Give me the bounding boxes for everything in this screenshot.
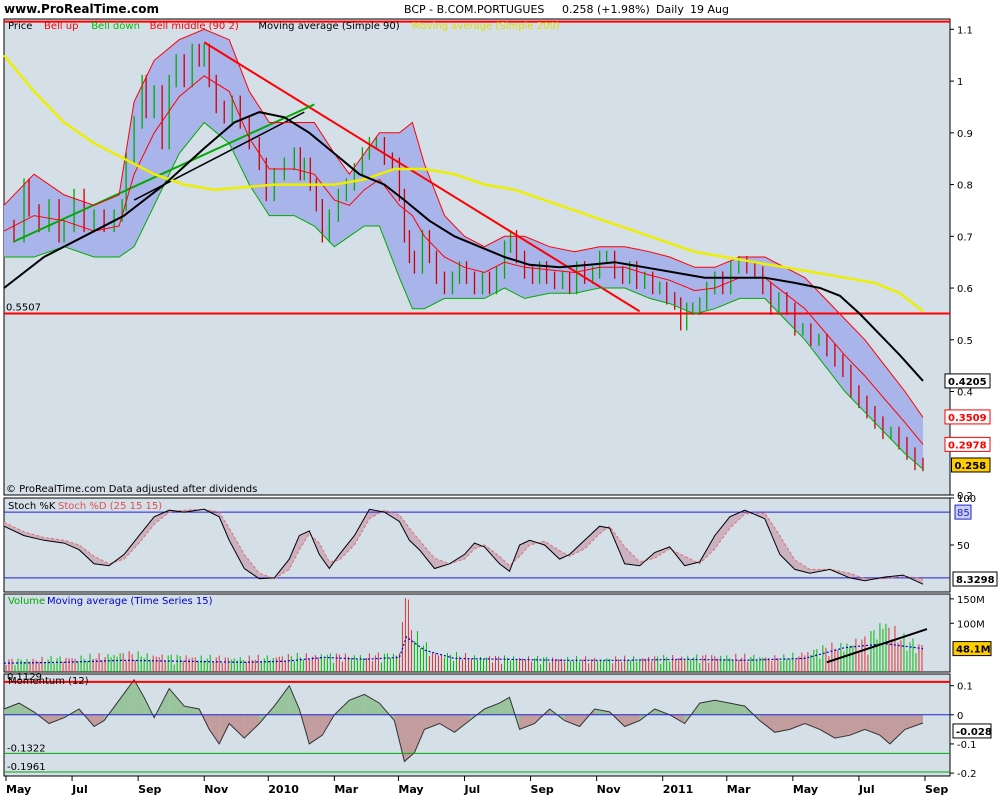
- stochastic-panel[interactable]: Stoch %K Stoch %D (25 15 15) 100 50 85 8.3298: [3, 494, 998, 593]
- x-tick-label: May: [398, 783, 423, 796]
- price-panel[interactable]: 0.5507 Price Bell up Bell down Bell middle (…: [3, 18, 991, 502]
- momentum-panel[interactable]: Momentum (12)0.1129-0.1322-0.19610.10-0.…: [3, 672, 992, 780]
- period-label: Daily: [656, 3, 684, 16]
- stoch-legend-k: Stoch %K: [8, 501, 56, 512]
- volume-value-label: 48.1M: [956, 645, 991, 656]
- price-legend-item: Moving average (Simple 90): [258, 21, 399, 32]
- momentum-value-label: -0.028: [956, 727, 992, 738]
- instrument-title: BCP - B.COM.PORTUGUES: [404, 3, 544, 16]
- momentum-level-label: 0.1129: [7, 672, 42, 683]
- price-legend-item: Moving average (Simple 200): [412, 21, 560, 32]
- site-name[interactable]: www.ProRealTime.com: [4, 2, 159, 16]
- x-tick-label: Mar: [334, 783, 358, 796]
- price-tick-label: 0.7: [957, 232, 973, 243]
- price-tick-label: 0.5: [957, 336, 973, 347]
- price-tick-label: 1: [957, 77, 963, 88]
- momentum-fill: [834, 714, 850, 739]
- price-legend-item: Price: [8, 21, 32, 32]
- footnote: © ProRealTime.com Data adjusted after di…: [6, 484, 257, 495]
- price-value-label: 0.258: [955, 461, 987, 472]
- x-tick-label: Sep: [531, 783, 554, 796]
- x-tick-label: 2011: [663, 783, 694, 796]
- stoch-value-label: 8.3298: [956, 575, 995, 586]
- price-value-label: 0.4205: [948, 377, 987, 388]
- stoch-upper-label: 85: [957, 508, 970, 519]
- momentum-level-label: -0.1961: [7, 762, 46, 773]
- momentum-tick-label: 0.1: [957, 682, 973, 693]
- price-tick-label: 0.6: [957, 284, 973, 295]
- x-tick-label: Sep: [138, 783, 161, 796]
- momentum-tick-label: 0: [957, 711, 963, 722]
- price-value-label: 0.2978: [948, 440, 987, 451]
- x-tick-label: 2010: [268, 783, 299, 796]
- x-tick-label: May: [793, 783, 818, 796]
- chart-canvas: www.ProRealTime.com BCP - B.COM.PORTUGUE…: [3, 2, 998, 796]
- volume-ma-legend: Moving average (Time Series 15): [47, 596, 213, 607]
- volume-panel[interactable]: Volume Moving average (Time Series 15) 150…: [3, 593, 992, 673]
- price-legend-item: Bell down: [91, 21, 140, 32]
- volume-tick-label: 150M: [957, 595, 985, 606]
- support-label: 0.5507: [6, 303, 41, 314]
- volume-tick-label: 100M: [957, 619, 985, 630]
- x-tick-label: Jul: [463, 783, 480, 796]
- x-axis: May Jul Sep Nov 2010 Mar May Jul Sep Nov 2011 Mar Ma…: [5, 776, 948, 796]
- stoch-tick-label: 100: [957, 494, 976, 505]
- x-tick-label: Nov: [597, 783, 622, 796]
- x-tick-label: Sep: [925, 783, 948, 796]
- x-tick-label: Nov: [204, 783, 229, 796]
- price-value-label: 0.3509: [948, 413, 987, 424]
- x-tick-label: Mar: [727, 783, 751, 796]
- price-legend-item: Bell up: [44, 21, 78, 32]
- momentum-tick-label: -0.2: [957, 769, 977, 780]
- stoch-legend-d: Stoch %D (25 15 15): [58, 501, 162, 512]
- volume-legend: Volume: [8, 596, 45, 607]
- price-legend-item: Bell middle (90 2): [150, 21, 239, 32]
- price-tick-label: 0.9: [957, 129, 973, 140]
- x-tick-label: Jul: [71, 783, 88, 796]
- price-tick-label: 1.1: [957, 25, 973, 36]
- price-tick-label: 0.8: [957, 181, 973, 192]
- date-label: 19 Aug: [690, 3, 729, 16]
- price-change: 0.258 (+1.98%): [562, 3, 650, 16]
- x-tick-label: Jul: [858, 783, 875, 796]
- x-tick-label: May: [6, 783, 31, 796]
- momentum-level-label: -0.1322: [7, 743, 46, 754]
- price-tick-label: 0.4: [957, 388, 973, 399]
- stoch-tick-label: 50: [957, 541, 970, 552]
- momentum-tick-label: -0.1: [957, 740, 977, 751]
